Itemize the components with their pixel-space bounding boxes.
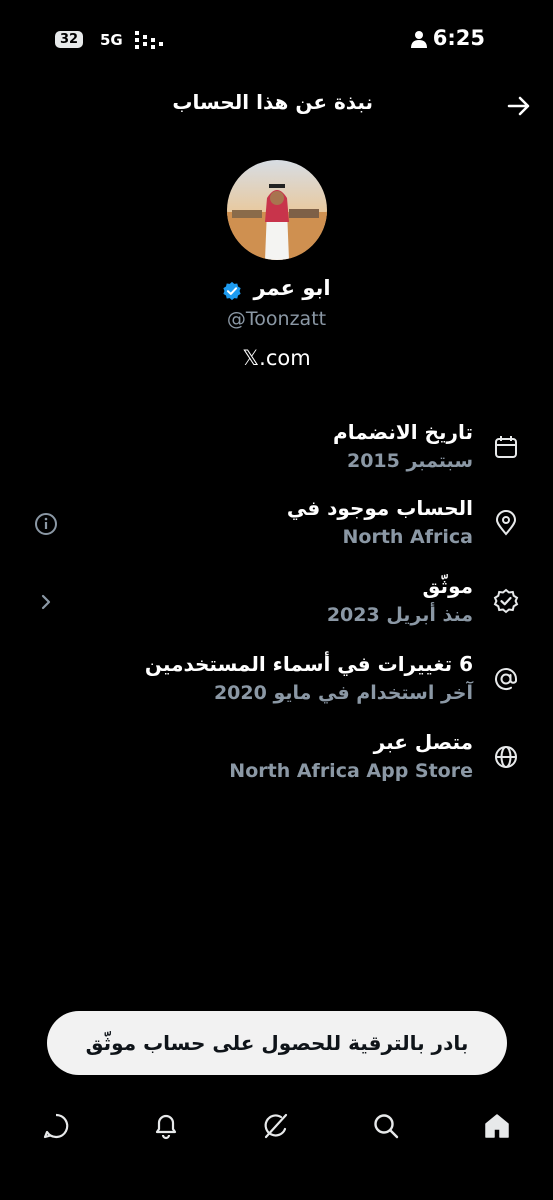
- signal-icon: [135, 31, 163, 49]
- search-icon[interactable]: [371, 1111, 401, 1141]
- row-subtitle: منذ أبريل 2023: [326, 604, 473, 626]
- bottom-nav: [0, 1105, 553, 1149]
- row-username-changes: 6 تغييرات في أسماء المستخدمين آخر استخدا…: [0, 652, 553, 716]
- row-title: موثّق: [422, 574, 473, 598]
- row-subtitle: سبتمبر 2015: [346, 450, 473, 472]
- status-bar: 32 5G 6:25: [0, 26, 553, 56]
- info-icon[interactable]: [34, 512, 58, 536]
- home-icon[interactable]: [482, 1111, 512, 1141]
- profile-photo: [227, 160, 327, 260]
- arrow-right-icon[interactable]: [505, 92, 533, 120]
- profile-name: ابو عمر: [253, 276, 331, 300]
- row-account-location: الحساب موجود في North Africa: [0, 496, 553, 560]
- row-connected-via: متصل عبر North Africa App Store: [0, 730, 553, 794]
- profile-website[interactable]: 𝕏.com: [0, 346, 553, 370]
- row-verified[interactable]: موثّق منذ أبريل 2023: [0, 574, 553, 638]
- bell-icon[interactable]: [151, 1111, 181, 1141]
- chat-icon[interactable]: [41, 1111, 71, 1141]
- grok-icon[interactable]: [261, 1111, 291, 1141]
- at-sign-icon: [495, 668, 517, 691]
- page-title: نبذة عن هذا الحساب: [172, 90, 373, 114]
- row-subtitle: North Africa App Store: [229, 760, 473, 782]
- chevron-left-icon[interactable]: [34, 590, 58, 614]
- calendar-icon: [495, 436, 517, 458]
- network-type: 5G: [100, 31, 123, 49]
- row-title: 6 تغييرات في أسماء المستخدمين: [144, 652, 473, 676]
- row-title: متصل عبر: [373, 730, 473, 754]
- battery-indicator: 32: [55, 31, 84, 48]
- upgrade-verified-button[interactable]: بادر بالترقية للحصول على حساب موثّق: [47, 1011, 507, 1075]
- verified-badge-icon: [493, 588, 519, 614]
- row-title: تاريخ الانضمام: [333, 420, 473, 444]
- row-join-date: تاريخ الانضمام سبتمبر 2015: [0, 420, 553, 484]
- profile-name-row: ابو عمر: [0, 276, 553, 301]
- globe-icon: [495, 746, 517, 768]
- row-subtitle: North Africa: [342, 526, 474, 548]
- avatar[interactable]: [227, 160, 327, 260]
- location-pin-icon: [495, 510, 517, 536]
- page-header: نبذة عن هذا الحساب: [0, 88, 553, 124]
- person-icon: [411, 31, 427, 48]
- verified-badge-icon: [223, 281, 242, 300]
- row-subtitle: آخر استخدام في مايو 2020: [213, 682, 473, 704]
- row-title: الحساب موجود في: [286, 496, 473, 520]
- profile-handle: @Toonzatt: [226, 308, 327, 330]
- clock: 6:25: [432, 26, 485, 50]
